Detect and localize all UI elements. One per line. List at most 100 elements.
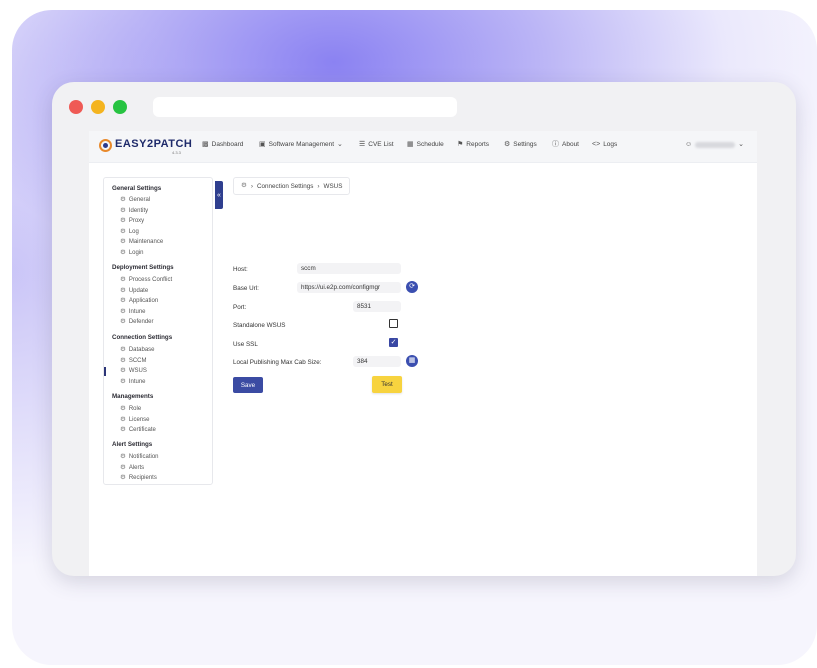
- user-icon: ☺: [685, 141, 693, 148]
- sidebar-item-defender[interactable]: ⚙ Defender: [120, 318, 154, 326]
- breadcrumb-wsus: WSUS: [323, 182, 343, 190]
- calculator-button[interactable]: ▦: [406, 355, 418, 367]
- sidebar-item-role[interactable]: ⚙ Role: [120, 405, 141, 413]
- sidebar-item-process-conflict[interactable]: ⚙ Process Conflict: [120, 276, 172, 284]
- sidebar-item-recipients[interactable]: ⚙ Recipients: [120, 474, 157, 482]
- gear-icon: ⚙: [120, 463, 126, 471]
- address-bar[interactable]: [153, 97, 457, 117]
- sidebar-item-license[interactable]: ⚙ License: [120, 416, 150, 424]
- gear-icon: ⚙: [504, 141, 511, 148]
- gear-icon: ⚙: [120, 453, 126, 460]
- use-ssl-label: Use SSL: [233, 341, 258, 348]
- active-item-indicator: [104, 367, 106, 376]
- gear-icon: ⚙: [120, 367, 126, 374]
- gear-icon: ⚙: [120, 346, 126, 353]
- gear-icon: ⚙: [241, 181, 247, 189]
- user-menu[interactable]: ☺ ⌄: [685, 141, 744, 148]
- bar-chart-icon: ▩: [202, 141, 209, 148]
- sidebar-item-notification[interactable]: ⚙ Notification: [120, 453, 159, 461]
- gear-icon: ⚙: [120, 238, 126, 245]
- base-url-label: Base Url:: [233, 285, 259, 292]
- gear-icon: ⚙: [120, 286, 126, 294]
- use-ssl-checkbox[interactable]: ✓: [389, 338, 398, 347]
- sidebar-item-intune-deployment[interactable]: ⚙ Intune: [120, 307, 146, 316]
- sidebar-item-general[interactable]: ⚙ General: [120, 196, 150, 204]
- gear-icon: ⚙: [120, 276, 126, 283]
- sidebar-section-deployment: Deployment Settings: [112, 264, 174, 271]
- port-input[interactable]: 8531: [353, 301, 401, 312]
- nav-cve-list[interactable]: ☰ CVE List: [359, 141, 394, 148]
- sidebar-item-database[interactable]: ⚙ Database: [120, 346, 155, 354]
- host-label: Host:: [233, 266, 248, 273]
- gear-icon: ⚙: [120, 426, 126, 433]
- calculator-icon: ▦: [408, 357, 416, 364]
- chevron-down-icon: ⌄: [337, 141, 343, 148]
- refresh-url-button[interactable]: ⟳: [406, 281, 418, 293]
- nav-settings[interactable]: ⚙ Settings: [504, 141, 537, 148]
- sidebar-section-connection: Connection Settings: [112, 334, 173, 341]
- host-input[interactable]: sccm: [297, 263, 401, 274]
- window-maximize-dot[interactable]: [113, 100, 127, 114]
- breadcrumb-connection-settings[interactable]: Connection Settings: [257, 183, 313, 190]
- sidebar-item-sccm[interactable]: ⚙ SCCM: [120, 356, 147, 365]
- save-button[interactable]: Save: [233, 377, 263, 393]
- gear-icon: ⚙: [120, 377, 126, 385]
- window-close-dot[interactable]: [69, 100, 83, 114]
- chevron-right-icon: ›: [250, 182, 253, 190]
- nav-dashboard-label: Dashboard: [211, 141, 244, 148]
- checkmark-icon: ✓: [390, 339, 397, 346]
- sidebar-item-identity[interactable]: ⚙ Identity: [120, 206, 148, 215]
- gear-icon: ⚙: [120, 217, 126, 224]
- nav-software-management[interactable]: ▣ Software Management ⌄: [259, 141, 343, 148]
- sidebar-item-log[interactable]: ⚙ Log: [120, 228, 139, 236]
- monitor-icon: ▣: [259, 141, 266, 148]
- gear-icon: ⚙: [120, 405, 126, 412]
- chevron-right-icon: ›: [317, 182, 320, 190]
- standalone-wsus-checkbox[interactable]: [389, 319, 398, 328]
- sidebar-item-certificate[interactable]: ⚙ Certificate: [120, 426, 156, 434]
- breadcrumb: ⚙ › Connection Settings › WSUS: [233, 177, 351, 195]
- sidebar-item-proxy[interactable]: ⚙ Proxy: [120, 217, 144, 225]
- app-content: EASY2PATCH 4.3.3 ▩ Dashboard ▣ Software …: [89, 131, 757, 576]
- sidebar-item-login[interactable]: ⚙ Login: [120, 248, 144, 257]
- sidebar-item-intune-connection[interactable]: ⚙ Intune: [120, 377, 146, 386]
- standalone-wsus-label: Standalone WSUS: [233, 322, 286, 329]
- sidebar-item-wsus[interactable]: ⚙ WSUS: [120, 367, 147, 375]
- settings-sidebar: General Settings ⚙ General ⚙ Identity ⚙ Pro…: [103, 177, 213, 485]
- gear-icon: ⚙: [120, 307, 126, 315]
- max-cab-size-input[interactable]: 384: [353, 356, 401, 367]
- gear-icon: ⚙: [120, 206, 126, 214]
- max-cab-size-label: Local Publishing Max Cab Size:: [233, 359, 322, 366]
- sidebar-item-update[interactable]: ⚙ Update: [120, 286, 148, 295]
- nav-cve-list-label: CVE List: [368, 141, 394, 148]
- calendar-icon: ▦: [407, 141, 414, 148]
- nav-dashboard[interactable]: ▩ Dashboard: [202, 141, 243, 148]
- gear-icon: ⚙: [120, 318, 126, 325]
- user-name-redacted: [695, 141, 736, 148]
- nav-schedule[interactable]: ▦ Schedule: [407, 141, 444, 148]
- window-minimize-dot[interactable]: [91, 100, 105, 114]
- gear-icon: ⚙: [120, 248, 126, 256]
- test-button[interactable]: Test: [372, 376, 402, 393]
- nav-about-label: About: [562, 141, 579, 148]
- nav-logs[interactable]: <> Logs: [592, 141, 617, 148]
- code-icon: <>: [592, 141, 601, 148]
- nav-reports[interactable]: ⚑ Reports: [457, 141, 489, 148]
- brand-name: EASY2PATCH: [115, 138, 193, 150]
- base-url-input[interactable]: https://ui.e2p.com/configmgr: [297, 282, 401, 293]
- sidebar-section-alert: Alert Settings: [112, 441, 153, 448]
- sidebar-item-alerts[interactable]: ⚙ Alerts: [120, 463, 144, 472]
- flag-icon: ⚑: [457, 141, 464, 148]
- sidebar-collapse-button[interactable]: «: [215, 181, 223, 209]
- nav-software-management-label: Software Management: [268, 141, 335, 148]
- nav-schedule-label: Schedule: [416, 141, 444, 148]
- app-version: 4.3.3: [172, 150, 181, 155]
- sidebar-section-general: General Settings: [112, 185, 162, 192]
- sidebar-item-application[interactable]: ⚙ Application: [120, 297, 158, 305]
- refresh-icon: ⟳: [409, 283, 415, 290]
- nav-about[interactable]: ⓘ About: [552, 141, 579, 148]
- logo-mark-icon: [99, 139, 112, 152]
- sidebar-item-maintenance[interactable]: ⚙ Maintenance: [120, 238, 163, 246]
- list-icon: ☰: [359, 141, 366, 148]
- gear-icon: ⚙: [120, 356, 126, 364]
